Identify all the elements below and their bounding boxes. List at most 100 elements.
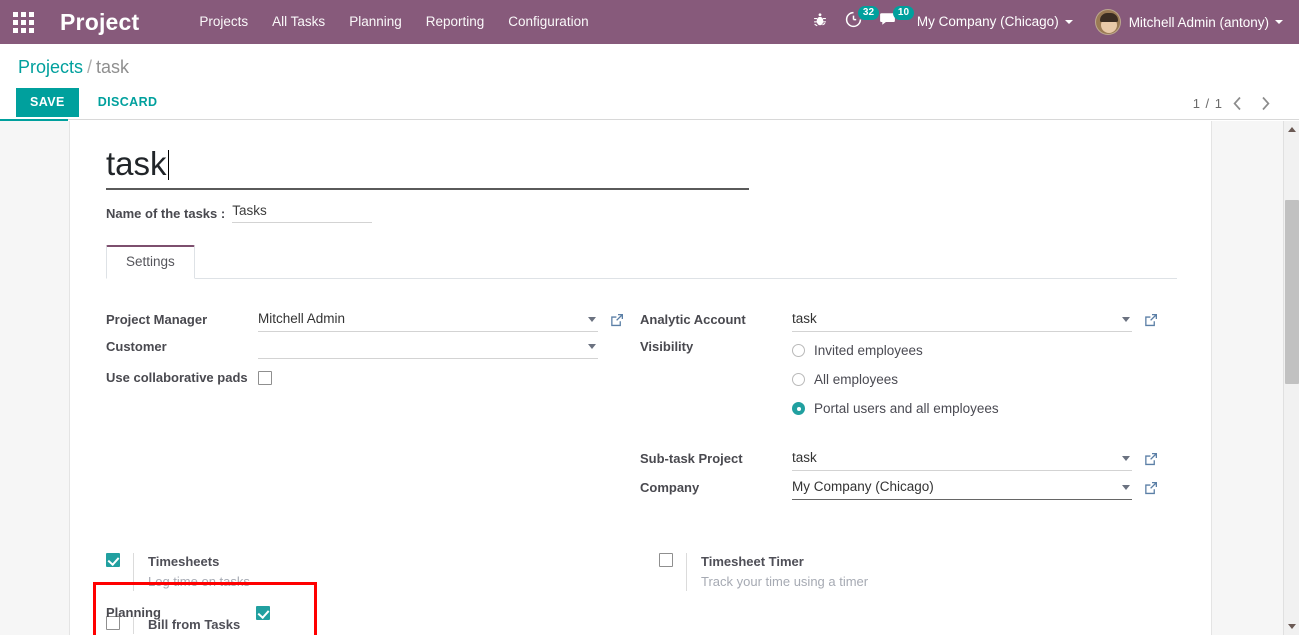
- pager-next-button[interactable]: [1251, 90, 1279, 116]
- menu-item-all-tasks[interactable]: All Tasks: [260, 0, 337, 44]
- chevron-left-icon: [1232, 96, 1241, 110]
- field-subtask-project-label: Sub-task Project: [640, 451, 743, 466]
- visibility-radio-group: Invited employees All employees Portal u…: [792, 334, 1174, 423]
- app-settings-block: Timesheets Log time on tasks Timesheet T…: [70, 553, 1213, 634]
- subtask-project-internal-link-button[interactable]: [1144, 452, 1158, 466]
- top-navbar: Project Projects All Tasks Planning Repo…: [0, 0, 1299, 44]
- discard-button[interactable]: DISCARD: [92, 88, 164, 117]
- timesheets-description: Log time on tasks: [148, 574, 250, 589]
- triangle-down-icon: [1288, 624, 1296, 629]
- chevron-down-icon: [588, 316, 596, 322]
- use-collaborative-pads-checkbox[interactable]: [258, 371, 272, 385]
- record-sheet: task Name of the tasks : Tasks Settings …: [69, 121, 1212, 635]
- menu-item-planning[interactable]: Planning: [337, 0, 414, 44]
- project-manager-internal-link-button[interactable]: [610, 313, 624, 327]
- company-internal-link-button[interactable]: [1144, 481, 1158, 495]
- planning-checkbox[interactable]: [256, 605, 270, 620]
- timesheet-timer-description: Track your time using a timer: [701, 574, 869, 589]
- breadcrumb: Projects / task: [18, 56, 129, 78]
- chevron-down-icon: [1064, 20, 1073, 25]
- breadcrumb-projects-link[interactable]: Projects: [18, 57, 83, 77]
- record-action-buttons: SAVE DISCARD: [16, 88, 163, 117]
- form-right-column: Analytic Account task Visibility Invited…: [640, 307, 1174, 502]
- activity-menu-button[interactable]: 32: [836, 0, 880, 44]
- settings-row-1: Timesheets Log time on tasks Timesheet T…: [70, 553, 1213, 591]
- apps-grid-icon: [12, 11, 34, 33]
- chevron-down-icon: [1122, 484, 1130, 490]
- tab-settings[interactable]: Settings: [106, 245, 195, 279]
- settings-form-grid: Project Manager Mitchell Admin Customer …: [106, 307, 1175, 502]
- company-switcher[interactable]: My Company (Chicago): [907, 0, 1083, 44]
- chevron-down-icon: [588, 343, 596, 349]
- timesheets-title: Timesheets: [148, 554, 220, 569]
- field-customer: Customer: [106, 334, 640, 361]
- visibility-option-invited-employees[interactable]: Invited employees: [792, 336, 1174, 365]
- field-use-collaborative-pads: Use collaborative pads: [106, 365, 640, 392]
- project-manager-value: Mitchell Admin: [258, 311, 346, 326]
- field-use-collaborative-pads-label: Use collaborative pads: [106, 370, 248, 385]
- menu-item-reporting[interactable]: Reporting: [414, 0, 497, 44]
- project-manager-input[interactable]: Mitchell Admin: [258, 307, 598, 332]
- triangle-up-icon: [1288, 127, 1296, 132]
- menu-item-configuration[interactable]: Configuration: [496, 0, 600, 44]
- record-title-input[interactable]: task: [106, 142, 169, 186]
- visibility-option-all-employees[interactable]: All employees: [792, 365, 1174, 394]
- field-company: Company My Company (Chicago): [640, 475, 1174, 502]
- pager-previous-button[interactable]: [1223, 90, 1251, 116]
- analytic-account-input[interactable]: task: [792, 307, 1132, 332]
- record-title-text: task: [106, 145, 167, 182]
- chevron-down-icon: [1122, 316, 1130, 322]
- company-switcher-label: My Company (Chicago): [916, 14, 1059, 29]
- field-planning: Planning: [106, 605, 306, 620]
- radio-invited-employees-label: Invited employees: [814, 342, 923, 358]
- task-label-field-label: Name of the tasks :: [106, 206, 226, 221]
- radio-all-employees-label: All employees: [814, 371, 899, 387]
- timesheets-checkbox[interactable]: [106, 553, 120, 567]
- timesheet-timer-checkbox[interactable]: [659, 553, 673, 567]
- notebook-tabs: Settings: [106, 245, 1177, 279]
- record-pager: 1 / 1: [1193, 90, 1279, 116]
- record-title-group: task: [106, 142, 749, 190]
- save-button[interactable]: SAVE: [16, 88, 79, 117]
- field-project-manager-label: Project Manager: [106, 312, 208, 327]
- form-content-area: task Name of the tasks : Tasks Settings …: [0, 121, 1283, 635]
- setting-timesheet-timer: Timesheet Timer Track your time using a …: [623, 553, 1176, 591]
- visibility-option-portal-users[interactable]: Portal users and all employees: [792, 394, 1174, 423]
- external-link-icon: [1145, 452, 1157, 465]
- chevron-down-icon: [1275, 20, 1283, 24]
- external-link-icon: [611, 313, 623, 326]
- field-project-manager: Project Manager Mitchell Admin: [106, 307, 640, 334]
- messages-menu-button[interactable]: 10: [871, 0, 915, 44]
- app-brand-title[interactable]: Project: [60, 0, 139, 44]
- radio-all-employees[interactable]: [792, 373, 805, 386]
- pager-count: 1 / 1: [1192, 95, 1223, 111]
- vertical-scrollbar[interactable]: [1283, 121, 1299, 635]
- radio-portal-users-and-all-employees[interactable]: [792, 402, 805, 415]
- user-menu[interactable]: Mitchell Admin (antony): [1083, 0, 1287, 44]
- menu-item-projects[interactable]: Projects: [187, 0, 260, 44]
- external-link-icon: [1145, 481, 1157, 494]
- scrollbar-thumb[interactable]: [1285, 200, 1299, 384]
- customer-input[interactable]: [258, 334, 598, 359]
- subtask-project-input[interactable]: task: [792, 446, 1132, 471]
- external-link-icon: [1145, 313, 1157, 326]
- company-value: My Company (Chicago): [792, 479, 934, 494]
- chevron-down-icon: [1122, 455, 1130, 461]
- analytic-account-internal-link-button[interactable]: [1144, 313, 1158, 327]
- radio-invited-employees[interactable]: [792, 344, 805, 357]
- scrollbar-down-button[interactable]: [1284, 618, 1299, 635]
- company-input[interactable]: My Company (Chicago): [792, 475, 1132, 500]
- text-cursor: [167, 150, 169, 180]
- field-analytic-account: Analytic Account task: [640, 307, 1174, 334]
- timesheet-timer-title: Timesheet Timer: [701, 554, 804, 569]
- chevron-right-icon: [1261, 96, 1270, 110]
- user-avatar: [1094, 9, 1121, 35]
- field-visibility-label: Visibility: [640, 339, 694, 354]
- apps-menu-button[interactable]: [0, 0, 46, 44]
- subtask-project-value: task: [792, 450, 817, 465]
- user-menu-label: Mitchell Admin (antony): [1128, 14, 1269, 30]
- scrollbar-up-button[interactable]: [1284, 121, 1299, 138]
- debug-menu-button[interactable]: [804, 0, 836, 44]
- task-label-field-input[interactable]: Tasks: [232, 202, 373, 223]
- radio-portal-users-label: Portal users and all employees: [814, 400, 999, 416]
